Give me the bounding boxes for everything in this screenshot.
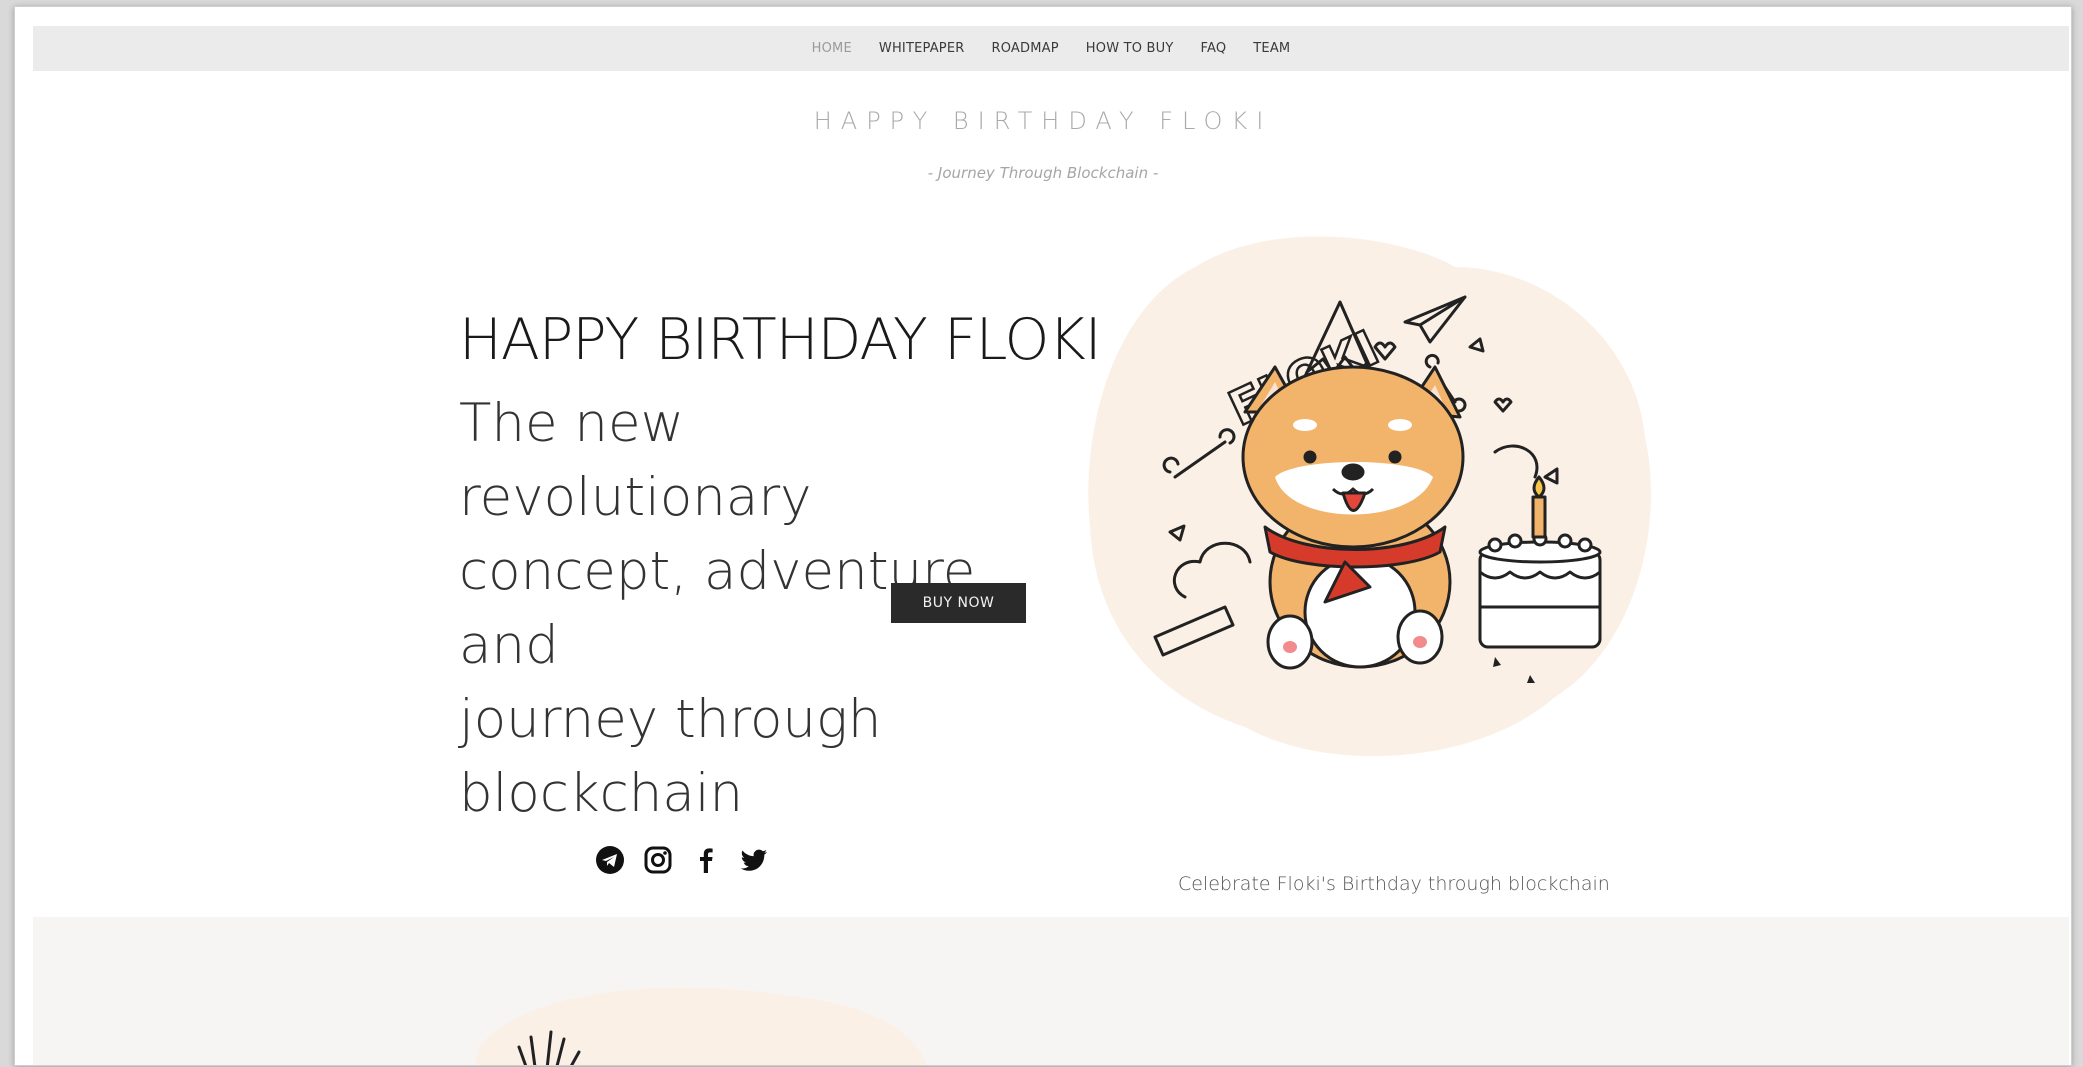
nav-whitepaper[interactable]: WHITEPAPER xyxy=(879,41,965,56)
instagram-icon[interactable] xyxy=(643,845,673,875)
site-title: HAPPY BIRTHDAY FLOKI xyxy=(813,107,1273,135)
candle-flame xyxy=(1532,475,1546,499)
footer-tagline: Celebrate Floki's Birthday through block… xyxy=(1178,873,1610,895)
next-section-band xyxy=(33,917,2069,1065)
nav-team[interactable]: TEAM xyxy=(1253,41,1290,56)
candle xyxy=(1531,495,1547,539)
dog-eye xyxy=(1303,450,1317,464)
floki-birthday-illustration: FLOKI xyxy=(1088,236,1651,757)
nav-roadmap[interactable]: ROADMAP xyxy=(992,41,1059,56)
nav-faq[interactable]: FAQ xyxy=(1200,41,1226,56)
dog-head xyxy=(1241,365,1465,549)
top-navigation: HOME WHITEPAPER ROADMAP HOW TO BUY FAQ T… xyxy=(33,26,2069,71)
dog-nose xyxy=(1341,463,1365,481)
nav-how-to-buy[interactable]: HOW TO BUY xyxy=(1086,41,1174,56)
site-subtitle: - Journey Through Blockchain - xyxy=(927,164,1159,182)
social-links xyxy=(595,845,769,875)
dog-eye xyxy=(1388,450,1402,464)
telegram-icon[interactable] xyxy=(595,845,625,875)
hero-heading: HAPPY BIRTHDAY FLOKI xyxy=(459,307,1102,373)
next-section-illustration xyxy=(475,987,927,1065)
buy-now-button[interactable]: BUY NOW xyxy=(891,583,1026,623)
twitter-icon[interactable] xyxy=(739,845,769,875)
nav-home[interactable]: HOME xyxy=(812,41,852,56)
browser-viewport: HOME WHITEPAPER ROADMAP HOW TO BUY FAQ T… xyxy=(14,6,2072,1066)
facebook-icon[interactable] xyxy=(691,845,721,875)
